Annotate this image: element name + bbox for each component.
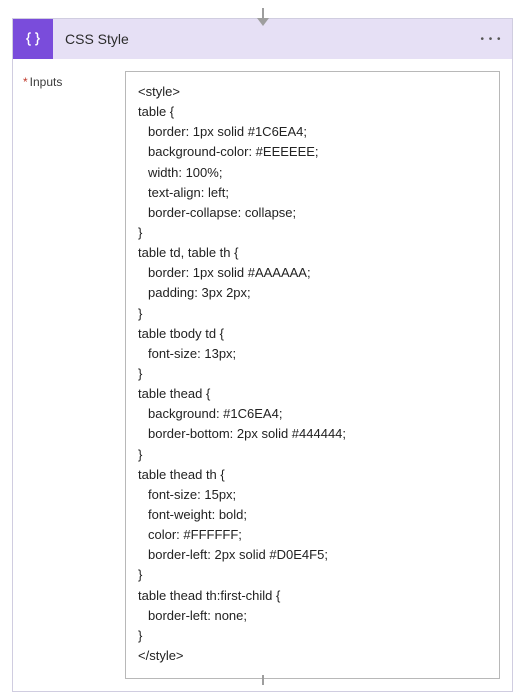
code-line: } xyxy=(138,223,487,243)
inputs-label-text: Inputs xyxy=(30,75,63,89)
flow-arrow-out xyxy=(262,675,264,685)
code-line: font-weight: bold; xyxy=(138,505,487,525)
code-line: border-left: none; xyxy=(138,606,487,626)
code-line: border-bottom: 2px solid #444444; xyxy=(138,424,487,444)
inputs-label: *Inputs xyxy=(13,71,125,679)
code-line: font-size: 13px; xyxy=(138,344,487,364)
code-line: table td, table th { xyxy=(138,243,487,263)
code-line: } xyxy=(138,304,487,324)
code-line: } xyxy=(138,445,487,465)
action-icon-box xyxy=(13,19,53,59)
code-line: border-collapse: collapse; xyxy=(138,203,487,223)
code-line: table thead { xyxy=(138,384,487,404)
flow-arrow-in xyxy=(257,18,269,26)
code-line: <style> xyxy=(138,82,487,102)
code-line: table thead th { xyxy=(138,465,487,485)
code-braces-icon xyxy=(24,30,42,48)
code-line: background: #1C6EA4; xyxy=(138,404,487,424)
code-line: color: #FFFFFF; xyxy=(138,525,487,545)
card-body: *Inputs <style>table {border: 1px solid … xyxy=(13,59,512,691)
card-menu-button[interactable]: • • • xyxy=(476,24,506,54)
code-line: border: 1px solid #AAAAAA; xyxy=(138,263,487,283)
code-line: } xyxy=(138,626,487,646)
code-line: table tbody td { xyxy=(138,324,487,344)
code-line: background-color: #EEEEEE; xyxy=(138,142,487,162)
code-line: padding: 3px 2px; xyxy=(138,283,487,303)
code-line: } xyxy=(138,364,487,384)
code-line: border-left: 2px solid #D0E4F5; xyxy=(138,545,487,565)
required-indicator: * xyxy=(23,75,28,89)
card-title: CSS Style xyxy=(53,31,476,47)
code-line: text-align: left; xyxy=(138,183,487,203)
code-line: border: 1px solid #1C6EA4; xyxy=(138,122,487,142)
action-card: CSS Style • • • *Inputs <style>table {bo… xyxy=(12,18,513,692)
code-line: font-size: 15px; xyxy=(138,485,487,505)
code-line: width: 100%; xyxy=(138,163,487,183)
code-line: } xyxy=(138,565,487,585)
code-line: </style> xyxy=(138,646,487,666)
inputs-value[interactable]: <style>table {border: 1px solid #1C6EA4;… xyxy=(125,71,500,679)
code-line: table { xyxy=(138,102,487,122)
code-line: table thead th:first-child { xyxy=(138,586,487,606)
